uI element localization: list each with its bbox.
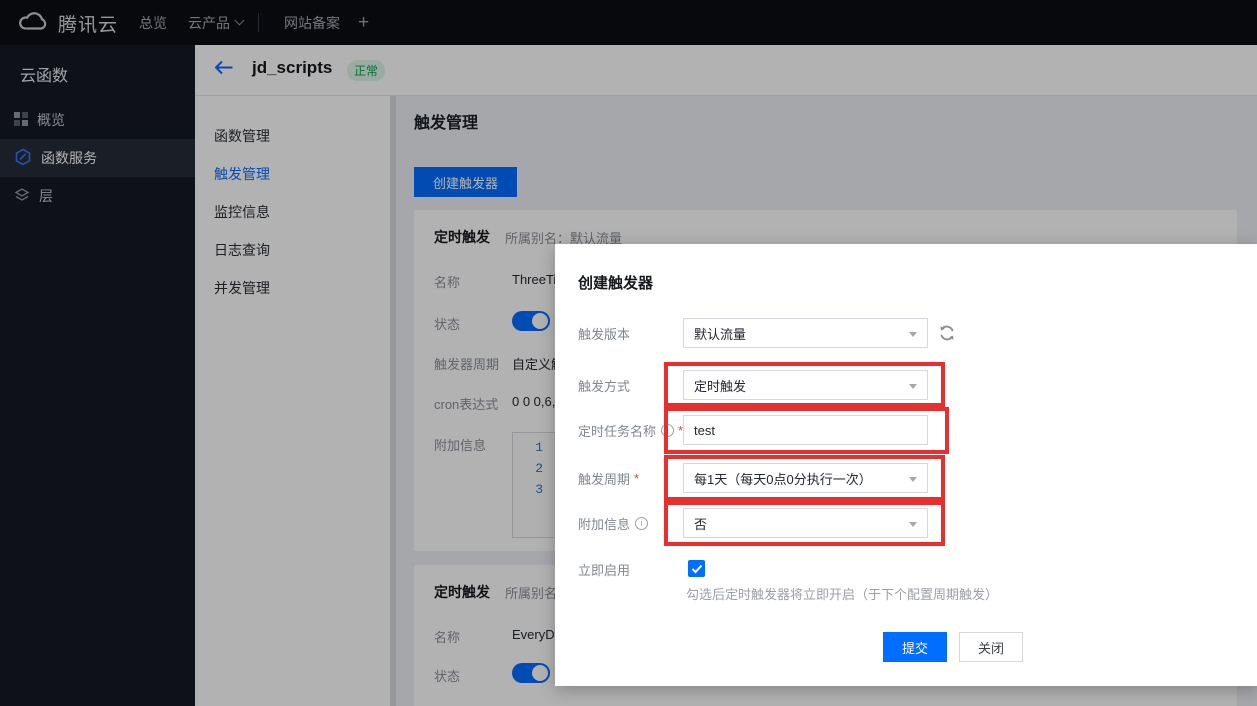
trigger-cycle-select[interactable]: 每1天（每天0点0分执行一次） (683, 463, 928, 493)
trigger-cycle-value: 每1天（每天0点0分执行一次） (694, 469, 872, 488)
trigger-version-select[interactable]: 默认流量 (683, 318, 928, 348)
trigger-method-value: 定时触发 (694, 376, 746, 395)
app-root: 腾讯云 总览 云产品 网站备案 + 云函数 概览 函数服务 (0, 0, 1257, 706)
close-button[interactable]: 关闭 (959, 632, 1023, 662)
chevron-down-icon (909, 477, 917, 482)
label-task-name: 定时任务名称 * (578, 415, 683, 445)
label-trigger-version: 触发版本 (578, 318, 630, 348)
task-name-input[interactable] (683, 415, 928, 445)
refresh-icon[interactable] (938, 324, 956, 347)
create-trigger-modal: 创建触发器 触发版本 默认流量 触发方式 定时触发 定时 (555, 244, 1257, 686)
trigger-method-select[interactable]: 定时触发 (683, 370, 928, 400)
label-trigger-cycle: 触发周期 * (578, 463, 639, 493)
modal-title: 创建触发器 (578, 272, 653, 293)
submit-button[interactable]: 提交 (883, 632, 947, 662)
required-asterisk: * (634, 471, 639, 486)
extra-info-select[interactable]: 否 (683, 508, 928, 538)
chevron-down-icon (909, 384, 917, 389)
info-icon (635, 517, 648, 530)
label-enable-now: 立即启用 (578, 554, 630, 584)
chevron-down-icon (909, 522, 917, 527)
extra-info-value: 否 (694, 514, 707, 533)
label-extra-info: 附加信息 (578, 508, 648, 538)
enable-hint: 勾选后定时触发器将立即开启（于下个配置周期触发） (686, 584, 998, 603)
label-trigger-method: 触发方式 (578, 370, 630, 400)
enable-now-checkbox[interactable] (688, 560, 705, 577)
trigger-version-value: 默认流量 (694, 324, 746, 343)
info-icon (661, 424, 674, 437)
chevron-down-icon (909, 332, 917, 337)
